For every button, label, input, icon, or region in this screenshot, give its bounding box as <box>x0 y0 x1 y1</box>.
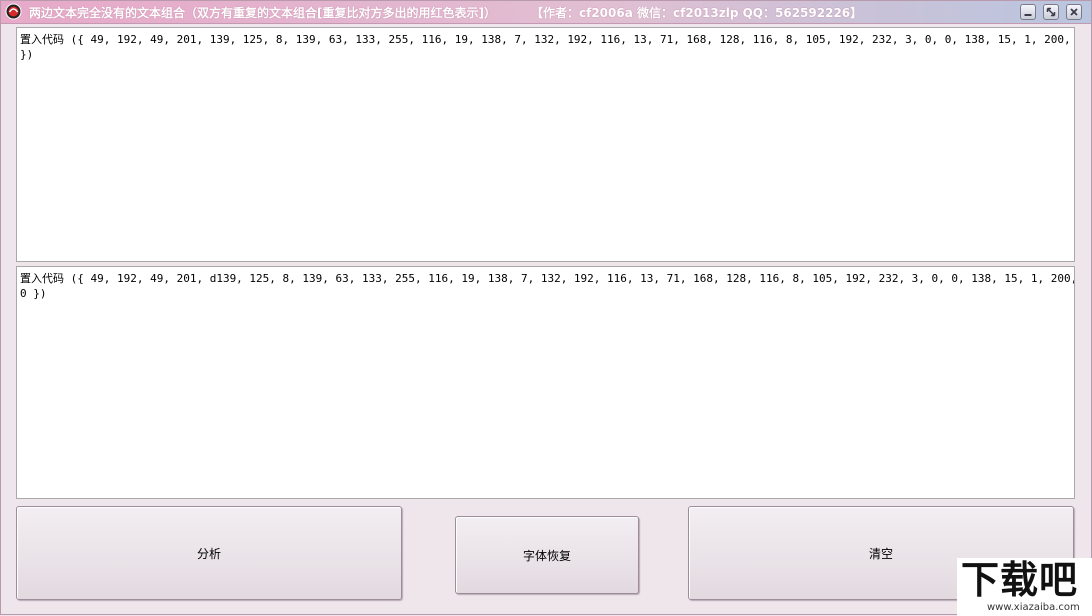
main-window: 两边文本完全没有的文本组合（双方有重复的文本组合[重复比对方多出的用红色表示]）… <box>0 0 1092 616</box>
restore-font-button[interactable]: 字体恢复 <box>455 516 639 594</box>
maximize-button[interactable] <box>1043 4 1059 20</box>
compare-text-area[interactable]: 置入代码 ({ 49, 192, 49, 201, d139, 125, 8, … <box>16 266 1075 499</box>
compare-text-line: 置入代码 ({ 49, 192, 49, 201, d139, 125, 8, … <box>20 272 1075 285</box>
close-button[interactable] <box>1066 4 1082 20</box>
close-icon <box>1070 8 1078 16</box>
analyze-button[interactable]: 分析 <box>16 506 402 600</box>
watermark: 下载吧 www.xiazaiba.com <box>957 558 1092 616</box>
source-text-line: 置入代码 ({ 49, 192, 49, 201, 139, 125, 8, 1… <box>20 33 1075 46</box>
compare-text-line: 0 }) <box>20 287 47 300</box>
source-text-line: }) <box>20 48 34 61</box>
title-bar[interactable]: 两边文本完全没有的文本组合（双方有重复的文本组合[重复比对方多出的用红色表示]）… <box>1 1 1091 24</box>
app-icon <box>5 3 22 20</box>
maximize-icon <box>1046 7 1056 17</box>
minimize-button[interactable] <box>1020 4 1036 20</box>
author-info: 【作者：cf2006a 微信：cf2013zlp QQ：562592226】 <box>531 6 863 20</box>
minimize-icon <box>1024 14 1032 16</box>
watermark-url: www.xiazaiba.com <box>987 602 1080 613</box>
window-title: 两边文本完全没有的文本组合（双方有重复的文本组合[重复比对方多出的用红色表示]） <box>29 6 496 20</box>
watermark-logo: 下载吧 <box>961 558 1079 602</box>
source-text-area[interactable]: 置入代码 ({ 49, 192, 49, 201, 139, 125, 8, 1… <box>16 27 1075 262</box>
